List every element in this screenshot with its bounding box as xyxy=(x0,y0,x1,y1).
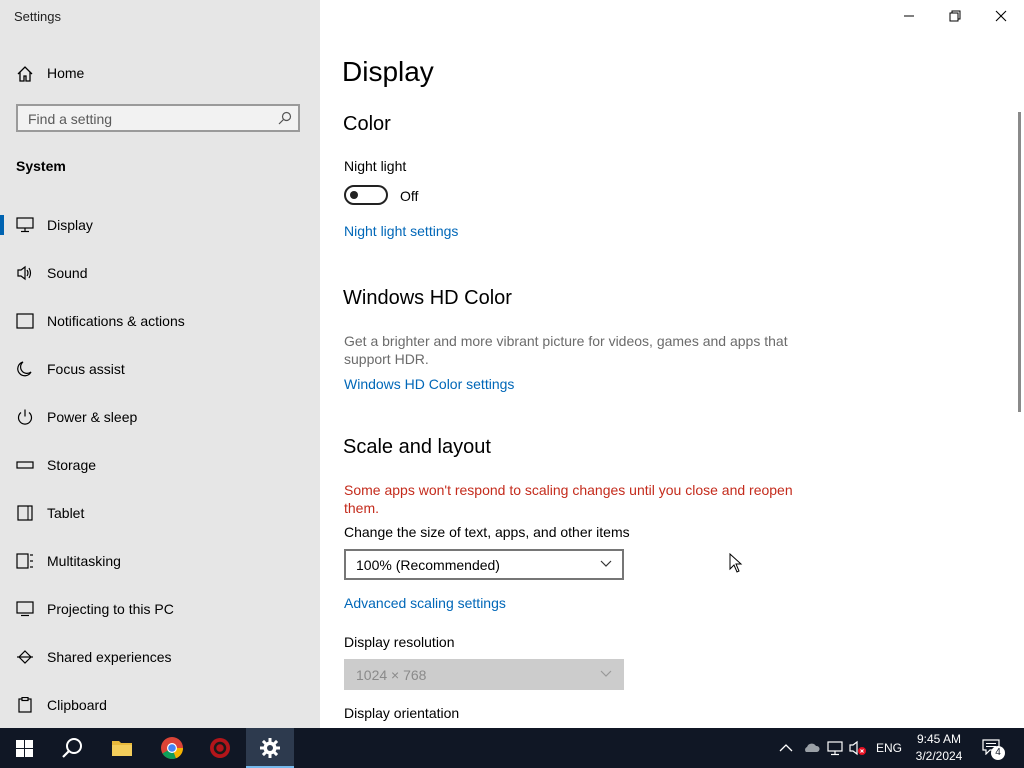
sidebar-item-shared-experiences[interactable]: Shared experiences xyxy=(0,637,320,677)
night-light-settings-link[interactable]: Night light settings xyxy=(344,223,458,239)
main-content: Display Color Night light Off Night ligh… xyxy=(320,0,1024,728)
resolution-label: Display resolution xyxy=(344,634,455,650)
monitor-icon xyxy=(16,217,34,233)
sidebar-item-label: Multitasking xyxy=(47,553,121,569)
projecting-icon xyxy=(16,601,34,617)
sidebar-item-sound[interactable]: Sound xyxy=(0,253,320,293)
sidebar-item-label: Tablet xyxy=(47,505,85,521)
gear-icon xyxy=(260,738,280,758)
sidebar-item-label: Display xyxy=(47,217,93,233)
chevron-up-icon[interactable] xyxy=(779,742,793,754)
section-label-system: System xyxy=(16,158,66,174)
file-explorer-button[interactable] xyxy=(98,728,146,768)
scaling-warning: Some apps won't respond to scaling chang… xyxy=(344,482,793,516)
advanced-scaling-link[interactable]: Advanced scaling settings xyxy=(344,595,506,611)
home-nav-item[interactable]: Home xyxy=(0,56,320,90)
multitasking-icon xyxy=(16,553,33,569)
sidebar-item-notifications[interactable]: Notifications & actions xyxy=(0,301,320,341)
search-input[interactable] xyxy=(28,110,268,128)
search-taskbar-button[interactable] xyxy=(48,728,96,768)
moon-icon xyxy=(17,361,32,377)
mouse-cursor-icon xyxy=(729,553,743,573)
sidebar-item-label: Shared experiences xyxy=(47,649,172,665)
sidebar-item-storage[interactable]: Storage xyxy=(0,445,320,485)
sidebar-item-label: Notifications & actions xyxy=(47,313,185,329)
sidebar-item-label: Focus assist xyxy=(47,361,125,377)
taskbar: ENG 9:45 AM 3/2/2024 4 xyxy=(0,728,1024,768)
night-light-label: Night light xyxy=(344,158,407,174)
clock[interactable]: 9:45 AM 3/2/2024 xyxy=(912,731,966,765)
sidebar-item-display[interactable]: Display xyxy=(0,205,320,245)
sidebar-item-label: Power & sleep xyxy=(47,409,138,425)
app-button[interactable] xyxy=(196,728,244,768)
network-icon[interactable] xyxy=(826,740,844,756)
scrollbar[interactable] xyxy=(1018,112,1021,412)
sidebar-item-label: Sound xyxy=(47,265,88,281)
chrome-icon xyxy=(161,737,184,760)
shared-experiences-icon xyxy=(17,650,33,664)
search-icon xyxy=(62,738,82,758)
red-gear-app-icon xyxy=(210,738,230,758)
scale-value: 100% (Recommended) xyxy=(356,557,500,573)
search-box[interactable] xyxy=(16,104,300,132)
tablet-icon xyxy=(17,505,33,521)
active-indicator xyxy=(0,215,4,235)
chevron-down-icon xyxy=(600,560,612,567)
resolution-value: 1024 × 768 xyxy=(356,667,427,683)
onedrive-icon[interactable] xyxy=(802,740,820,756)
sidebar-item-multitasking[interactable]: Multitasking xyxy=(0,541,320,581)
windows-logo-icon xyxy=(16,740,33,757)
chrome-button[interactable] xyxy=(148,728,196,768)
sidebar-item-clipboard[interactable]: Clipboard xyxy=(0,685,320,725)
notification-icon xyxy=(16,313,34,329)
speaker-icon xyxy=(17,265,32,281)
night-light-state: Off xyxy=(400,188,419,204)
hd-color-settings-link[interactable]: Windows HD Color settings xyxy=(344,376,514,392)
sidebar-item-label: Clipboard xyxy=(47,697,107,713)
size-label: Change the size of text, apps, and other… xyxy=(344,524,630,540)
power-icon xyxy=(17,409,33,425)
sidebar-item-tablet[interactable]: Tablet xyxy=(0,493,320,533)
action-center-button[interactable]: 4 xyxy=(976,728,1016,768)
night-light-toggle[interactable] xyxy=(344,185,388,205)
settings-taskbar-button[interactable] xyxy=(246,728,294,768)
home-icon xyxy=(17,66,33,82)
clock-date: 3/2/2024 xyxy=(915,749,963,763)
resolution-dropdown[interactable]: 1024 × 768 xyxy=(344,659,624,690)
folder-icon xyxy=(112,741,132,756)
start-button[interactable] xyxy=(0,728,48,768)
sidebar-item-focus-assist[interactable]: Focus assist xyxy=(0,349,320,389)
page-title: Display xyxy=(342,56,434,87)
notification-badge: 4 xyxy=(991,746,1005,760)
scale-dropdown[interactable]: 100% (Recommended) xyxy=(344,549,624,580)
clock-time: 9:45 AM xyxy=(916,732,962,746)
volume-muted-icon[interactable] xyxy=(849,740,867,756)
sidebar-item-label: Storage xyxy=(47,457,97,473)
app-title: Settings xyxy=(14,9,61,24)
search-icon[interactable] xyxy=(278,111,292,125)
sidebar-item-power-sleep[interactable]: Power & sleep xyxy=(0,397,320,437)
chevron-down-icon xyxy=(600,670,612,677)
home-label: Home xyxy=(47,65,85,81)
sidebar: Settings Home System Display Sound xyxy=(0,0,320,728)
clipboard-icon xyxy=(18,697,32,713)
orientation-label: Display orientation xyxy=(344,705,460,721)
color-heading: Color xyxy=(343,113,391,135)
sidebar-item-projecting[interactable]: Projecting to this PC xyxy=(0,589,320,629)
hd-color-heading: Windows HD Color xyxy=(343,287,512,309)
sidebar-item-label: Projecting to this PC xyxy=(47,601,174,617)
storage-icon xyxy=(16,461,34,469)
hd-color-description: Get a brighter and more vibrant picture … xyxy=(344,333,788,367)
toggle-knob xyxy=(350,191,358,199)
scale-layout-heading: Scale and layout xyxy=(343,436,491,458)
language-indicator[interactable]: ENG xyxy=(876,741,902,755)
